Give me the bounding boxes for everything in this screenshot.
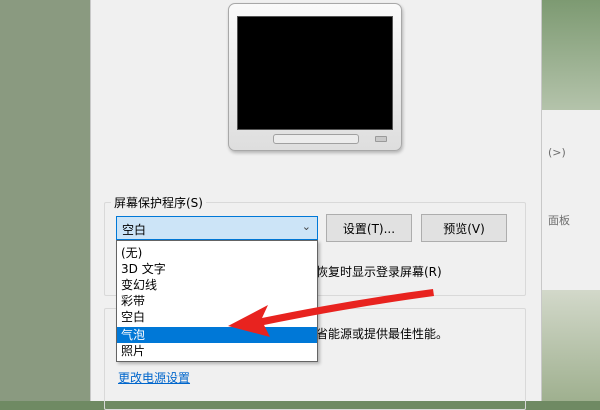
annotation-arrow-icon xyxy=(228,289,434,337)
